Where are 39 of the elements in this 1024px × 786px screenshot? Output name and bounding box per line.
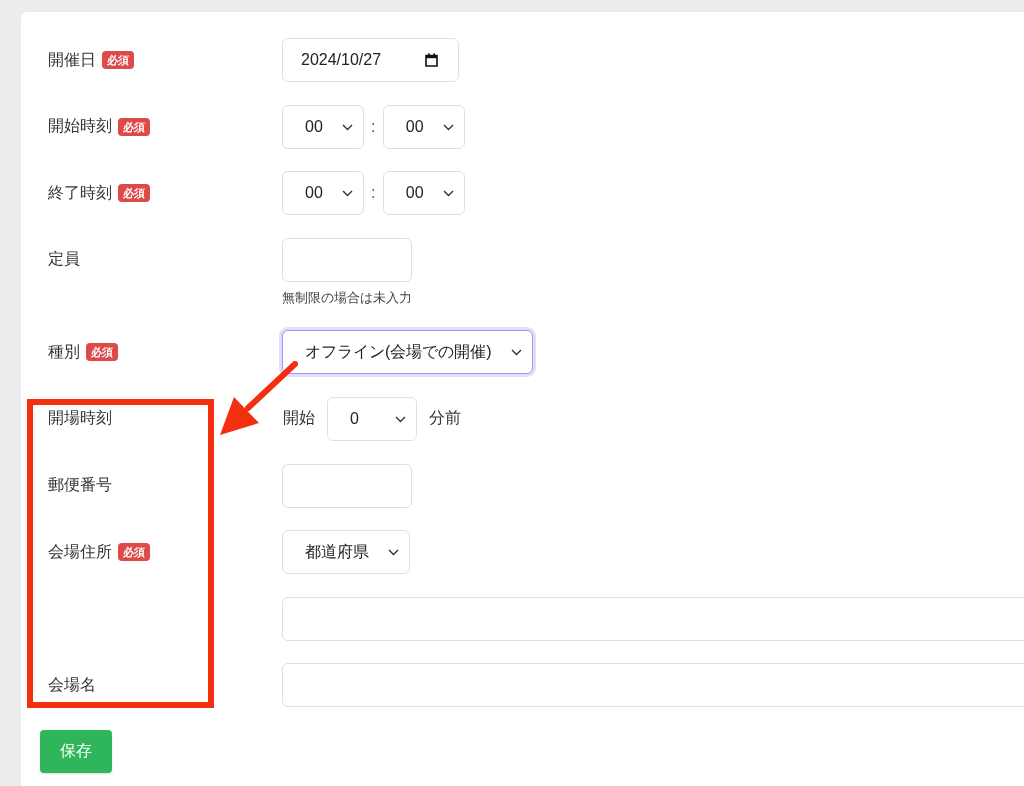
field-label: 会場名	[48, 674, 96, 695]
date-input[interactable]: 2024/10/27	[282, 38, 459, 82]
time-separator: :	[370, 184, 377, 203]
required-badge: 必須	[118, 184, 150, 203]
dropdown-select[interactable]: 都道府県	[282, 530, 410, 575]
chevron-icon	[388, 549, 399, 557]
minutes-select[interactable]: 0	[327, 396, 417, 441]
calendar-icon[interactable]	[425, 53, 438, 67]
field-label: 開始時刻	[48, 116, 112, 137]
hour-select[interactable]: 00	[282, 171, 364, 216]
chevron-icon	[442, 190, 454, 198]
postcode-input[interactable]	[282, 463, 412, 508]
help-text: 無制限の場合は未入力	[282, 288, 412, 307]
text-input[interactable]	[282, 663, 1024, 708]
field-label: 開場時刻	[48, 408, 112, 429]
chevron-icon	[442, 123, 454, 131]
required-badge: 必須	[118, 117, 150, 136]
hour-select[interactable]: 00	[282, 104, 364, 149]
chevron-icon	[510, 349, 522, 357]
dropdown-select[interactable]: オフライン(会場での開催)	[282, 330, 533, 375]
field-label: 種別	[48, 341, 80, 362]
address-input[interactable]	[282, 596, 1024, 641]
chevron-icon	[341, 123, 353, 131]
chevron-icon	[341, 190, 353, 198]
minute-select[interactable]: 00	[382, 104, 465, 149]
required-badge: 必須	[102, 51, 134, 69]
required-badge: 必須	[86, 343, 118, 362]
field-label: 郵便番号	[48, 475, 112, 496]
chevron-icon	[395, 415, 406, 423]
field-label: 会場住所	[48, 541, 112, 562]
time-separator: :	[370, 117, 377, 136]
prefix-label: 開始	[283, 408, 315, 429]
number-input[interactable]	[282, 237, 412, 282]
field-label: 開催日	[48, 49, 96, 70]
required-badge: 必須	[118, 543, 150, 562]
field-label: 定員	[48, 249, 80, 270]
field-label: 終了時刻	[48, 182, 112, 203]
suffix-label: 分前	[429, 408, 461, 429]
minute-select[interactable]: 00	[382, 171, 465, 216]
